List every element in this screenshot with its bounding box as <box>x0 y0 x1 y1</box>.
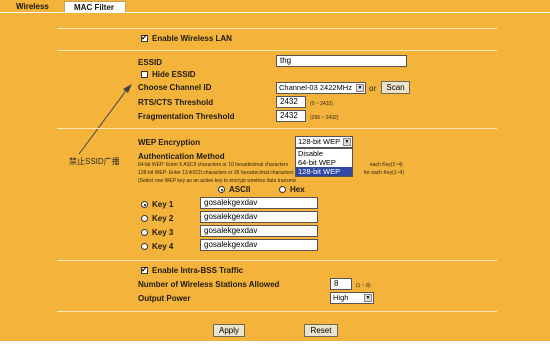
key3-label: Key 3 <box>152 228 174 237</box>
enable-wireless-lan-label: Enable Wireless LAN <box>152 34 232 43</box>
divider <box>57 128 497 129</box>
wep-option-64bit[interactable]: 64-bit WEP <box>296 158 352 167</box>
wep-select-value: 128-bit WEP <box>298 137 341 146</box>
key2-input[interactable]: gosalekgexdav <box>200 211 318 223</box>
stations-input[interactable]: 8 <box>330 278 352 290</box>
chevron-down-icon: ▼ <box>356 84 364 92</box>
enable-wireless-lan-checkbox[interactable] <box>141 33 148 42</box>
wep-help-line1: 64-bit WEP: Enter 5 ASCII characters or … <box>138 162 289 168</box>
rts-input[interactable]: 2432 <box>276 96 306 108</box>
output-power-value: High <box>333 293 349 302</box>
key3-input[interactable]: gosalekgexdav <box>200 225 318 237</box>
essid-input[interactable]: thg <box>276 55 407 67</box>
key4-input[interactable]: gosalekgexdav <box>200 239 318 251</box>
frag-label: Fragmentation Threshold <box>138 112 235 121</box>
wep-encryption-label: WEP Encryption <box>138 138 201 147</box>
scan-button[interactable]: Scan <box>381 81 410 94</box>
frag-input[interactable]: 2432 <box>276 110 306 122</box>
channel-select[interactable]: Channel-03 2422MHz ▼ <box>276 82 366 94</box>
rts-range: (0 ~ 2432) <box>310 101 333 107</box>
stations-label: Number of Wireless Stations Allowed <box>138 280 280 289</box>
wep-help-line2-tail: for each Key(1~4) <box>364 170 404 176</box>
bottom-border <box>0 341 550 345</box>
rts-label: RTS/CTS Threshold <box>138 98 214 107</box>
channel-select-value: Channel-03 2422MHz <box>279 83 352 92</box>
wep-option-128bit[interactable]: 128-bit WEP <box>296 167 352 176</box>
key2-radio[interactable] <box>141 215 148 222</box>
apply-button[interactable]: Apply <box>213 324 245 337</box>
key1-label: Key 1 <box>152 200 174 209</box>
divider <box>57 50 497 51</box>
or-text: or <box>369 84 377 93</box>
tab-underline <box>0 12 550 13</box>
ascii-label: ASCII <box>229 185 251 194</box>
hide-essid-checkbox[interactable] <box>141 71 148 78</box>
auth-method-label: Authentication Method <box>138 152 225 161</box>
key3-radio[interactable] <box>141 229 148 236</box>
wep-dropdown-list: Disable 64-bit WEP 128-bit WEP <box>295 148 353 177</box>
output-power-select[interactable]: High ▼ <box>330 292 374 304</box>
divider <box>57 260 497 261</box>
hex-radio[interactable] <box>279 186 286 193</box>
chevron-down-icon: ▼ <box>343 138 351 146</box>
ascii-radio[interactable] <box>218 186 225 193</box>
wep-help-line1-tail: each Key(1~4) <box>370 162 403 168</box>
hide-essid-label: Hide ESSID <box>152 70 196 79</box>
key4-radio[interactable] <box>141 243 148 250</box>
stations-range: (1 ~ 8) <box>356 283 371 289</box>
wep-help-line2: 128-bit WEP: Enter 13 ASCII characters o… <box>138 170 294 176</box>
key1-radio[interactable] <box>141 201 148 208</box>
intra-bss-label: Enable Intra-BSS Traffic <box>152 266 244 275</box>
key4-label: Key 4 <box>152 242 174 251</box>
key1-input[interactable]: gosalekgexdav <box>200 197 318 209</box>
wep-help-line3: (Select one WEP key as an active key to … <box>138 178 296 184</box>
channel-label: Choose Channel ID <box>138 83 212 92</box>
key2-label: Key 2 <box>152 214 174 223</box>
wep-encryption-select[interactable]: 128-bit WEP ▼ <box>295 136 353 148</box>
hex-label: Hex <box>290 185 305 194</box>
annotation-text: 禁止SSID广播 <box>69 157 120 166</box>
divider <box>57 28 497 29</box>
annotation-arrow-icon <box>78 84 132 155</box>
divider <box>57 311 497 312</box>
output-power-label: Output Power <box>138 294 191 303</box>
frag-range: (256 ~ 2432) <box>310 115 339 121</box>
intra-bss-checkbox[interactable] <box>141 265 148 274</box>
chevron-down-icon: ▼ <box>364 294 372 302</box>
essid-label: ESSID <box>138 58 163 67</box>
wep-option-disable[interactable]: Disable <box>296 149 352 158</box>
reset-button[interactable]: Reset <box>304 324 338 337</box>
